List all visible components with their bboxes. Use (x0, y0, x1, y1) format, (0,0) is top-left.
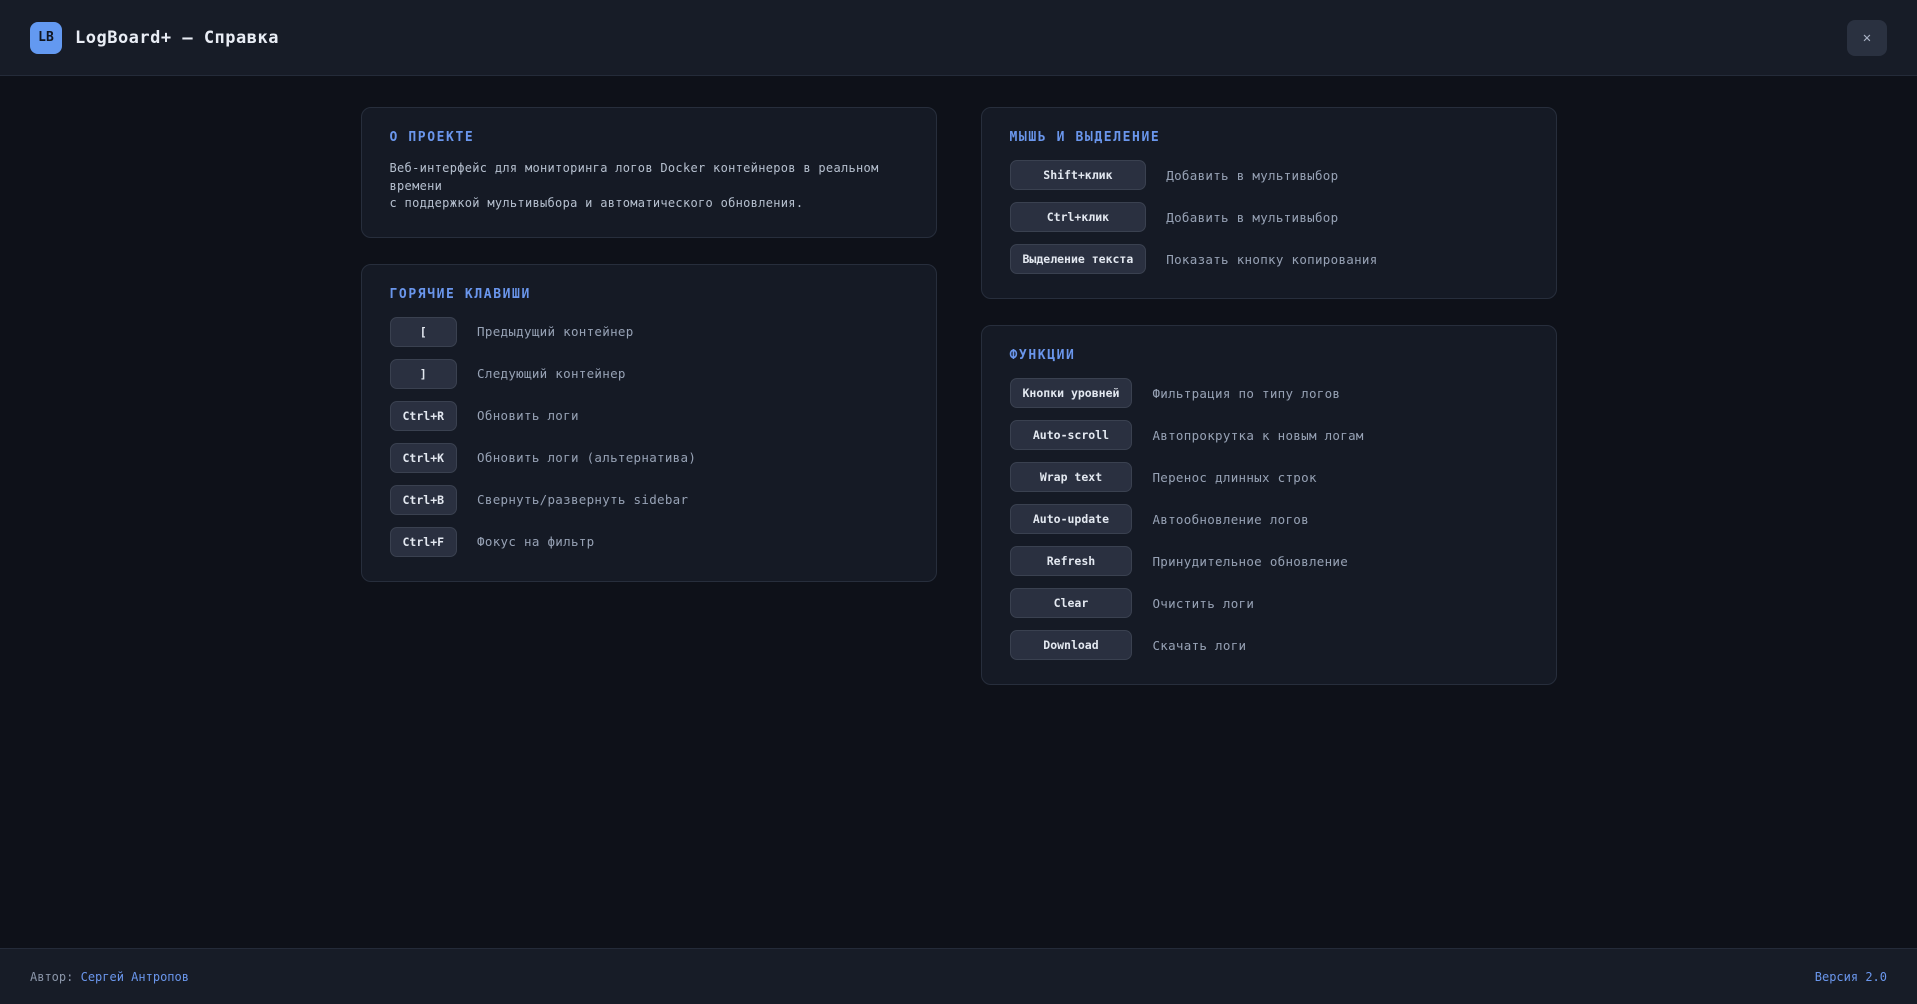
desc-text-selection: Показать кнопку копирования (1166, 252, 1527, 267)
desc-download: Скачать логи (1152, 638, 1527, 653)
version-label: Версия 2.0 (1815, 970, 1887, 984)
desc-shift-click: Добавить в мультивыбор (1166, 168, 1527, 183)
close-icon: ✕ (1863, 30, 1871, 46)
hotkeys-card-title: ГОРЯЧИЕ КЛАВИШИ (390, 287, 908, 302)
kbd-toggle-sidebar: Ctrl+B (390, 485, 458, 515)
author-link[interactable]: Сергей Антропов (81, 970, 189, 984)
kbd-wrap-text: Wrap text (1010, 462, 1133, 492)
kbd-shift-click: Shift+клик (1010, 160, 1147, 190)
kbd-download: Download (1010, 630, 1133, 660)
close-button[interactable]: ✕ (1847, 20, 1887, 56)
desc-prev-container: Предыдущий контейнер (477, 324, 907, 339)
page-title: LogBoard+ — Справка (75, 28, 279, 48)
functions-card: ФУНКЦИИ Кнопки уровней Фильтрация по тип… (981, 325, 1557, 685)
about-card-text: Веб-интерфейс для мониторинга логов Dock… (390, 160, 908, 213)
about-card: О ПРОЕКТЕ Веб-интерфейс для мониторинга … (361, 107, 937, 238)
desc-auto-update: Автообновление логов (1152, 512, 1527, 527)
header-left: LB LogBoard+ — Справка (30, 22, 279, 54)
logboard-logo: LB (30, 22, 62, 54)
kbd-level-buttons: Кнопки уровней (1010, 378, 1133, 408)
desc-ctrl-click: Добавить в мультивыбор (1166, 210, 1527, 225)
kbd-prev-container: [ (390, 317, 458, 347)
author-label: Автор: (30, 970, 73, 984)
desc-next-container: Следующий контейнер (477, 366, 907, 381)
mouse-card-title: МЫШЬ И ВЫДЕЛЕНИЕ (1010, 130, 1528, 145)
desc-auto-scroll: Автопрокрутка к новым логам (1152, 428, 1527, 443)
right-column: МЫШЬ И ВЫДЕЛЕНИЕ Shift+клик Добавить в м… (981, 107, 1557, 685)
footer-author: Автор: Сергей Антропов (30, 970, 189, 984)
left-column: О ПРОЕКТЕ Веб-интерфейс для мониторинга … (361, 107, 937, 582)
mouse-card: МЫШЬ И ВЫДЕЛЕНИЕ Shift+клик Добавить в м… (981, 107, 1557, 299)
desc-level-buttons: Фильтрация по типу логов (1152, 386, 1527, 401)
desc-refresh-alt: Обновить логи (альтернатива) (477, 450, 907, 465)
hotkeys-card: ГОРЯЧИЕ КЛАВИШИ [ Предыдущий контейнер ]… (361, 264, 937, 582)
desc-focus-filter: Фокус на фильтр (477, 534, 907, 549)
cards-grid: О ПРОЕКТЕ Веб-интерфейс для мониторинга … (361, 76, 1557, 685)
desc-refresh-logs: Обновить логи (477, 408, 907, 423)
content-area: О ПРОЕКТЕ Веб-интерфейс для мониторинга … (0, 76, 1917, 948)
kbd-refresh-alt: Ctrl+K (390, 443, 458, 473)
functions-rows: Кнопки уровней Фильтрация по типу логов … (1010, 378, 1528, 660)
kbd-auto-scroll: Auto-scroll (1010, 420, 1133, 450)
kbd-auto-update: Auto-update (1010, 504, 1133, 534)
kbd-ctrl-click: Ctrl+клик (1010, 202, 1147, 232)
footer: Автор: Сергей Антропов Версия 2.0 (0, 948, 1917, 1004)
kbd-focus-filter: Ctrl+F (390, 527, 458, 557)
about-card-title: О ПРОЕКТЕ (390, 130, 908, 145)
hotkeys-rows: [ Предыдущий контейнер ] Следующий конте… (390, 317, 908, 557)
kbd-clear: Clear (1010, 588, 1133, 618)
functions-card-title: ФУНКЦИИ (1010, 348, 1528, 363)
kbd-next-container: ] (390, 359, 458, 389)
desc-clear: Очистить логи (1152, 596, 1527, 611)
desc-toggle-sidebar: Свернуть/развернуть sidebar (477, 492, 907, 507)
mouse-rows: Shift+клик Добавить в мультивыбор Ctrl+к… (1010, 160, 1528, 274)
kbd-text-selection: Выделение текста (1010, 244, 1147, 274)
header: LB LogBoard+ — Справка ✕ (0, 0, 1917, 76)
kbd-refresh-logs: Ctrl+R (390, 401, 458, 431)
kbd-refresh: Refresh (1010, 546, 1133, 576)
desc-wrap-text: Перенос длинных строк (1152, 470, 1527, 485)
desc-refresh: Принудительное обновление (1152, 554, 1527, 569)
